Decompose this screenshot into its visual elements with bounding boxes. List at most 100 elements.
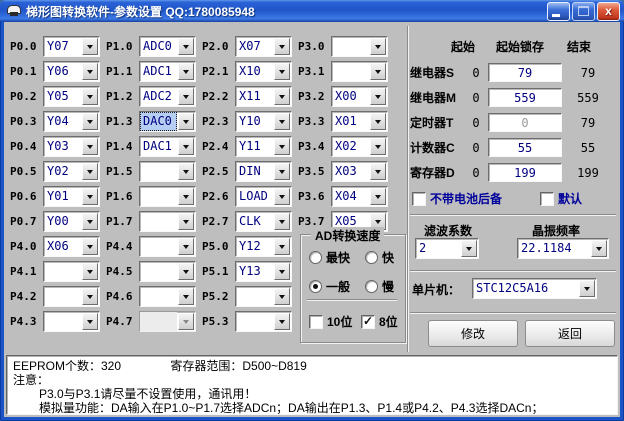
chevron-down-icon[interactable] — [82, 238, 98, 255]
ad-bit-checkbox-1[interactable]: 8位 — [361, 313, 405, 330]
chevron-down-icon[interactable] — [274, 238, 290, 255]
filter-coefficient-select[interactable]: 2 — [415, 238, 479, 259]
port-select-P0.1[interactable]: Y06 — [43, 61, 100, 82]
port-select-P1.3[interactable]: DAC0 — [139, 111, 196, 132]
memory-latch-input[interactable]: 0 — [488, 113, 562, 132]
port-select-P1.2[interactable]: ADC2 — [139, 86, 196, 107]
chevron-down-icon[interactable] — [178, 38, 194, 55]
back-button[interactable]: 返回 — [525, 320, 615, 347]
port-select-P0.0[interactable]: Y07 — [43, 36, 100, 57]
chevron-down-icon[interactable] — [82, 63, 98, 80]
port-select-P2.2[interactable]: X11 — [235, 86, 292, 107]
port-select-P3.2[interactable]: X00 — [331, 86, 388, 107]
port-select-P0.4[interactable]: Y03 — [43, 136, 100, 157]
radio-icon[interactable] — [309, 280, 322, 293]
port-select-P2.1[interactable]: X10 — [235, 61, 292, 82]
minimize-button[interactable] — [547, 2, 570, 21]
memory-latch-input[interactable]: 559 — [488, 88, 562, 107]
port-select-P3.6[interactable]: X04 — [331, 186, 388, 207]
chevron-down-icon[interactable] — [82, 263, 98, 280]
ad-bit-checkbox-0[interactable]: 10位 — [309, 313, 361, 330]
chevron-down-icon[interactable] — [178, 213, 194, 230]
chevron-down-icon[interactable] — [178, 313, 194, 330]
mcu-select[interactable]: STC12C5A16 — [472, 278, 597, 299]
modify-button[interactable]: 修改 — [428, 320, 518, 347]
port-select-P4.2[interactable] — [43, 286, 100, 307]
port-select-P4.6[interactable] — [139, 286, 196, 307]
port-select-P2.7[interactable]: CLK — [235, 211, 292, 232]
chevron-down-icon[interactable] — [274, 313, 290, 330]
chevron-down-icon[interactable] — [370, 38, 386, 55]
titlebar[interactable]: 梯形图转换软件-参数设置 QQ:1780085948 x — [0, 0, 624, 22]
port-select-P1.7[interactable] — [139, 211, 196, 232]
chevron-down-icon[interactable] — [370, 113, 386, 130]
chevron-down-icon[interactable] — [591, 240, 607, 257]
chevron-down-icon[interactable] — [82, 88, 98, 105]
checkbox-icon[interactable] — [309, 315, 323, 329]
port-select-P3.3[interactable]: X01 — [331, 111, 388, 132]
chevron-down-icon[interactable] — [274, 88, 290, 105]
port-select-P4.7[interactable] — [139, 311, 196, 332]
port-select-P2.4[interactable]: Y11 — [235, 136, 292, 157]
chevron-down-icon[interactable] — [178, 188, 194, 205]
chevron-down-icon[interactable] — [274, 188, 290, 205]
chevron-down-icon[interactable] — [82, 38, 98, 55]
chevron-down-icon[interactable] — [274, 163, 290, 180]
port-select-P4.5[interactable] — [139, 261, 196, 282]
chevron-down-icon[interactable] — [178, 263, 194, 280]
port-select-P0.3[interactable]: Y04 — [43, 111, 100, 132]
port-select-P1.1[interactable]: ADC1 — [139, 61, 196, 82]
chevron-down-icon[interactable] — [178, 63, 194, 80]
chevron-down-icon[interactable] — [82, 313, 98, 330]
port-select-P1.0[interactable]: ADC0 — [139, 36, 196, 57]
chevron-down-icon[interactable] — [82, 138, 98, 155]
no-battery-checkbox[interactable]: 不带电池后备 — [412, 190, 540, 207]
port-select-P0.5[interactable]: Y02 — [43, 161, 100, 182]
chevron-down-icon[interactable] — [82, 188, 98, 205]
chevron-down-icon[interactable] — [178, 138, 194, 155]
port-select-P1.5[interactable] — [139, 161, 196, 182]
port-select-P3.1[interactable] — [331, 61, 388, 82]
port-select-P2.0[interactable]: X07 — [235, 36, 292, 57]
chevron-down-icon[interactable] — [274, 63, 290, 80]
port-select-P4.4[interactable] — [139, 236, 196, 257]
chevron-down-icon[interactable] — [274, 138, 290, 155]
port-select-P5.2[interactable] — [235, 286, 292, 307]
port-select-P3.4[interactable]: X02 — [331, 136, 388, 157]
port-select-P2.6[interactable]: LOAD — [235, 186, 292, 207]
chevron-down-icon[interactable] — [274, 113, 290, 130]
port-select-P4.3[interactable] — [43, 311, 100, 332]
ad-speed-radio-2[interactable]: 一般 — [309, 278, 365, 295]
port-select-P3.0[interactable] — [331, 36, 388, 57]
chevron-down-icon[interactable] — [82, 113, 98, 130]
chevron-down-icon[interactable] — [178, 113, 194, 130]
chevron-down-icon[interactable] — [178, 238, 194, 255]
chevron-down-icon[interactable] — [82, 288, 98, 305]
crystal-frequency-select[interactable]: 22.1184 — [517, 238, 609, 259]
checkbox-icon[interactable] — [361, 315, 375, 329]
ad-speed-radio-1[interactable]: 快 — [365, 249, 409, 266]
close-button[interactable]: x — [597, 2, 620, 21]
chevron-down-icon[interactable] — [461, 240, 477, 257]
radio-icon[interactable] — [309, 251, 322, 264]
port-select-P4.1[interactable] — [43, 261, 100, 282]
chevron-down-icon[interactable] — [82, 213, 98, 230]
port-select-P4.0[interactable]: X06 — [43, 236, 100, 257]
chevron-down-icon[interactable] — [274, 288, 290, 305]
port-select-P0.7[interactable]: Y00 — [43, 211, 100, 232]
port-select-P5.1[interactable]: Y13 — [235, 261, 292, 282]
chevron-down-icon[interactable] — [370, 63, 386, 80]
chevron-down-icon[interactable] — [579, 280, 595, 297]
port-select-P3.5[interactable]: X03 — [331, 161, 388, 182]
chevron-down-icon[interactable] — [274, 263, 290, 280]
port-select-P5.0[interactable]: Y12 — [235, 236, 292, 257]
port-select-P2.3[interactable]: Y10 — [235, 111, 292, 132]
default-checkbox-box[interactable] — [540, 192, 554, 206]
chevron-down-icon[interactable] — [370, 88, 386, 105]
port-select-P0.2[interactable]: Y05 — [43, 86, 100, 107]
maximize-button[interactable] — [572, 2, 595, 21]
chevron-down-icon[interactable] — [370, 163, 386, 180]
radio-icon[interactable] — [365, 251, 378, 264]
memory-latch-input[interactable]: 79 — [488, 63, 562, 82]
port-select-P1.6[interactable] — [139, 186, 196, 207]
